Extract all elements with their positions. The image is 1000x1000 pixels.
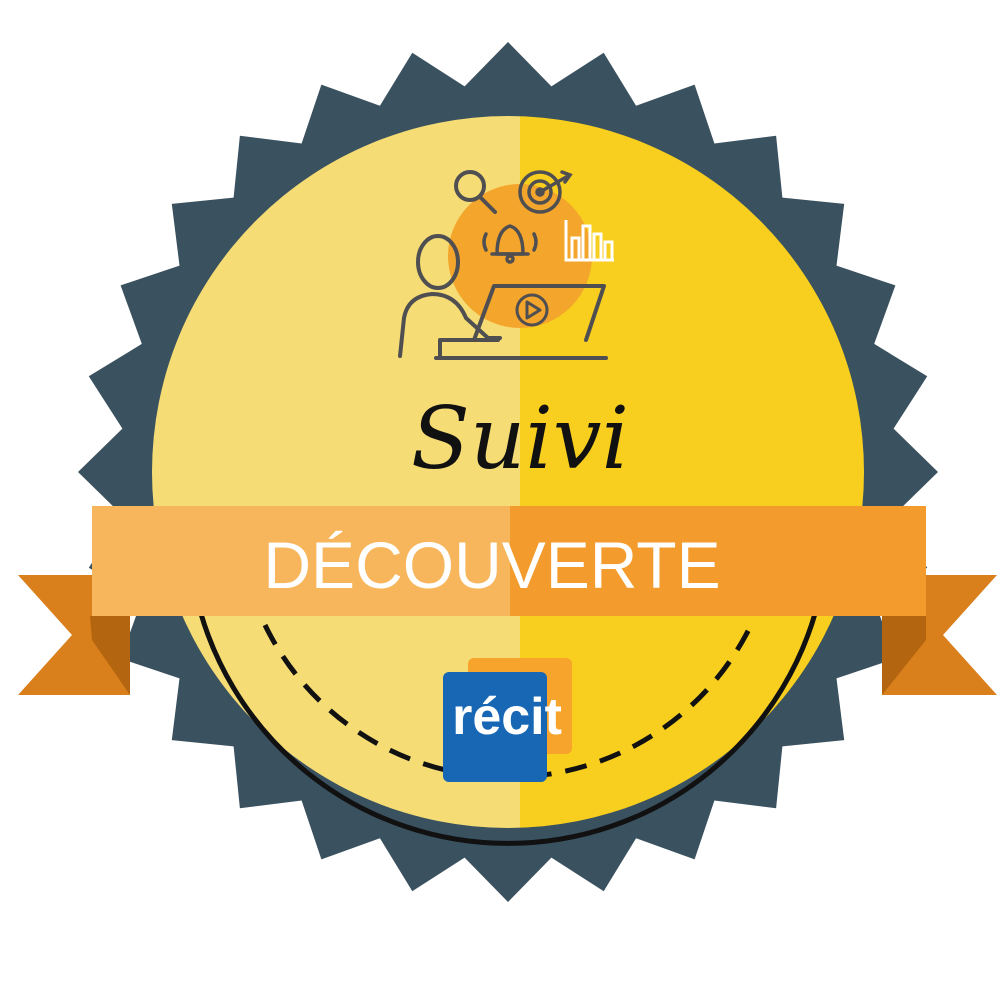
logo-text: récit: [452, 688, 562, 746]
ribbon-label: DÉCOUVERTE: [263, 528, 720, 602]
badge-title: Suivi: [411, 389, 629, 489]
icon-backdrop-circle: [448, 184, 592, 328]
badge-stage: Suivi DÉCOUVERTE récit: [0, 0, 1000, 1000]
badge-graphic: Suivi DÉCOUVERTE récit: [18, 42, 997, 902]
